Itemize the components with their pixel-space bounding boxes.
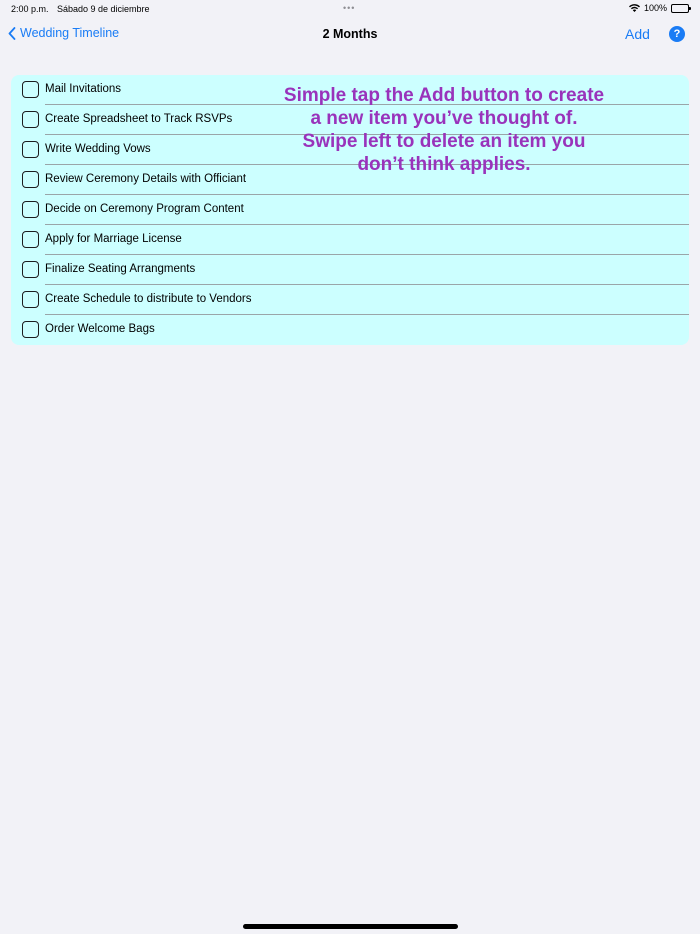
list-item-label: Mail Invitations [45,83,122,95]
multitasking-dots[interactable]: ••• [343,3,355,13]
list-item[interactable]: Order Welcome Bags [11,315,689,345]
list-item[interactable]: Decide on Ceremony Program Content [11,195,689,225]
home-indicator[interactable] [243,924,458,929]
battery-icon [671,3,691,13]
list-item-label: Create Schedule to distribute to Vendors [45,293,252,305]
list-item-label: Write Wedding Vows [45,143,151,155]
checkbox[interactable] [22,81,39,98]
checkbox[interactable] [22,231,39,248]
list-item-label: Order Welcome Bags [45,323,155,335]
list-item[interactable]: Finalize Seating Arrangments [11,255,689,285]
checkbox[interactable] [22,321,39,338]
status-date: Sábado 9 de diciembre [57,4,150,14]
instruction-overlay: Simple tap the Add button to create a ne… [283,85,605,175]
navigation-bar: Wedding Timeline 2 Months Add ? [0,18,700,52]
checkbox[interactable] [22,171,39,188]
list-item[interactable]: Apply for Marriage License [11,225,689,255]
status-right: 100% [628,3,691,13]
status-bar: 2:00 p.m. Sábado 9 de diciembre ••• 100% [0,0,700,18]
wifi-icon [628,4,640,12]
add-button[interactable]: Add [625,26,650,42]
page-title: 2 Months [322,27,378,41]
list-item[interactable]: Create Schedule to distribute to Vendors [11,285,689,315]
list-item-label: Apply for Marriage License [45,233,182,245]
battery-percent: 100% [643,3,667,13]
list-item-label: Decide on Ceremony Program Content [45,203,244,215]
checkbox[interactable] [22,201,39,218]
list-item-label: Review Ceremony Details with Officiant [45,173,247,185]
checkbox[interactable] [22,141,39,158]
status-time: 2:00 p.m. [11,4,49,14]
checkbox[interactable] [22,261,39,278]
list-item-label: Create Spreadsheet to Track RSVPs [45,113,233,125]
help-icon[interactable]: ? [669,26,685,42]
list-item-label: Finalize Seating Arrangments [45,263,196,275]
checkbox[interactable] [22,111,39,128]
checkbox[interactable] [22,291,39,308]
